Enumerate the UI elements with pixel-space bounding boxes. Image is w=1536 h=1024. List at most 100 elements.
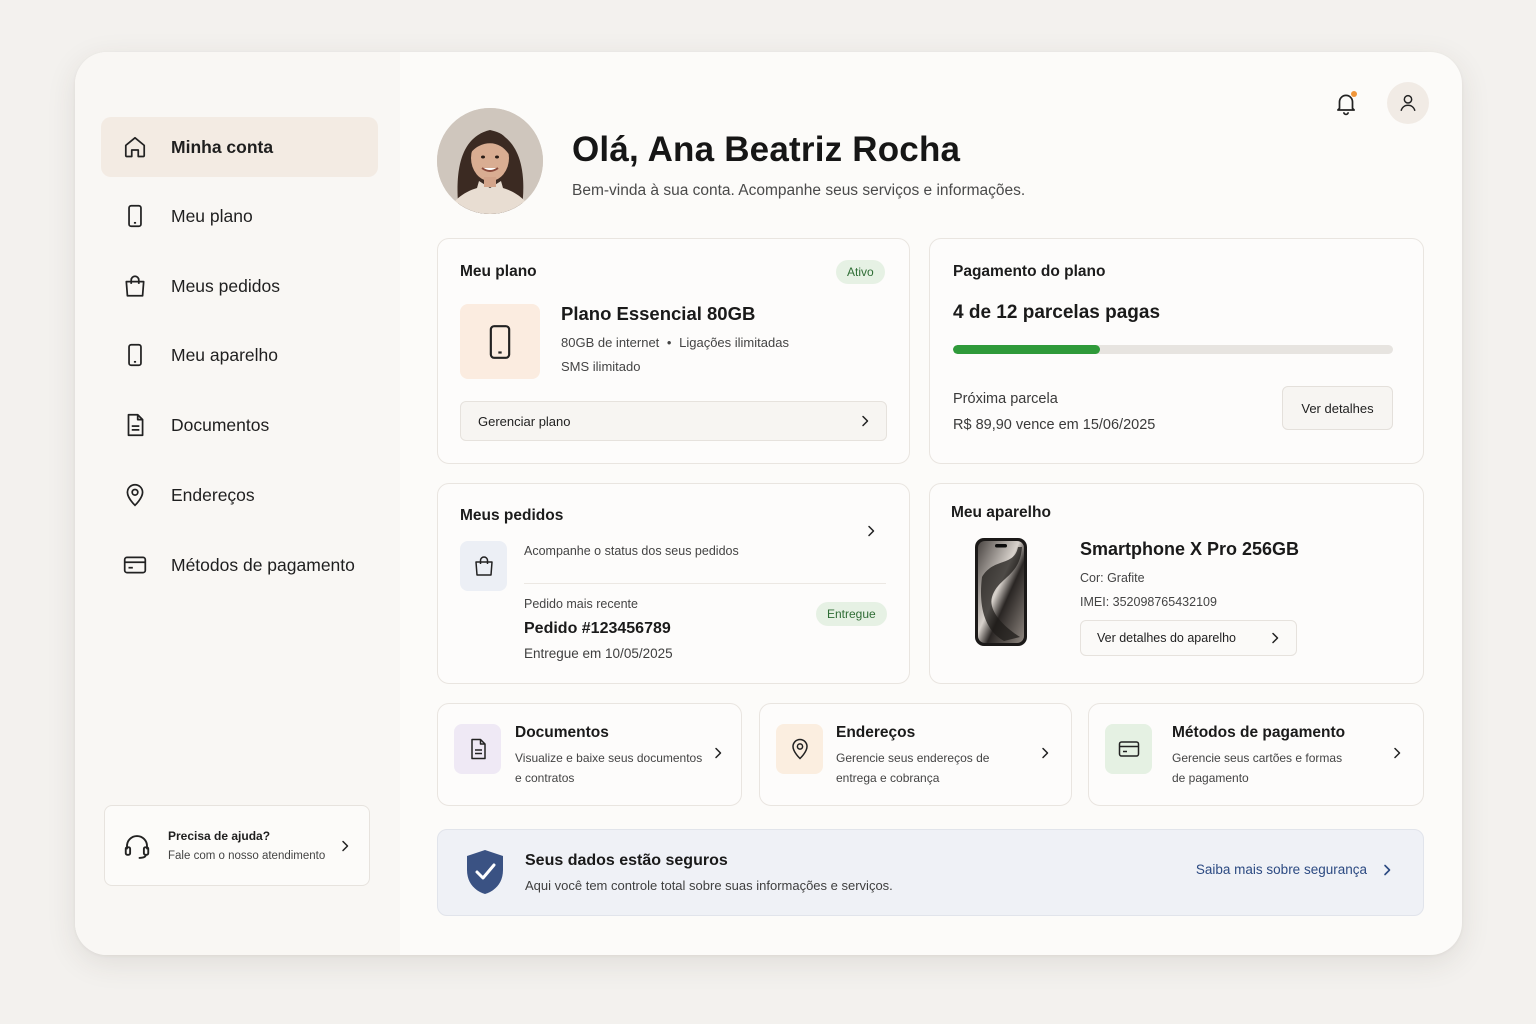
sidebar-item-label: Meu aparelho <box>171 344 279 365</box>
sidebar: Minha conta Meu plano Meus pedidos Meu a… <box>75 52 400 955</box>
notification-dot <box>1351 91 1357 97</box>
sidebar-item-label: Documentos <box>171 414 270 435</box>
payment-methods-icon-tile <box>1105 724 1152 774</box>
home-icon <box>121 133 149 161</box>
sidebar-item-label: Métodos de pagamento <box>171 554 355 575</box>
shield-check-icon <box>467 850 503 894</box>
avatar <box>437 108 543 214</box>
map-pin-icon <box>121 481 149 509</box>
headset-icon <box>124 834 150 859</box>
documents-card[interactable]: Documentos Visualize e baixe seus docume… <box>437 703 742 806</box>
sidebar-item-documentos[interactable]: Documentos <box>101 395 378 455</box>
orders-card[interactable]: Meus pedidos Acompanhe o status dos seus… <box>437 483 910 684</box>
order-delivered-date: Entregue em 10/05/2025 <box>524 646 673 661</box>
help-subtitle: Fale com o nosso atendimento <box>168 850 326 862</box>
installments-progress-fill <box>953 345 1100 354</box>
sidebar-item-label: Minha conta <box>171 136 274 157</box>
phone-icon <box>489 324 511 359</box>
next-installment-label: Próxima parcela <box>953 391 1058 407</box>
installments-summary: 4 de 12 parcelas pagas <box>953 302 1161 323</box>
page-title: Olá, Ana Beatriz Rocha <box>572 130 961 169</box>
quick-link-title: Endereços <box>836 724 916 741</box>
manage-plan-label: Gerenciar plano <box>478 413 571 429</box>
sidebar-item-meu-aparelho[interactable]: Meu aparelho <box>101 325 378 385</box>
device-color: Cor: Grafite <box>1080 571 1145 585</box>
app-window: Minha conta Meu plano Meus pedidos Meu a… <box>75 52 1462 955</box>
credit-card-icon <box>1118 741 1139 757</box>
chevron-right-icon <box>862 415 869 427</box>
security-learn-more-link[interactable]: Saiba mais sobre segurança <box>1196 862 1393 877</box>
quick-link-desc: Visualize e baixe seus documentos <box>515 751 703 765</box>
help-card[interactable]: Precisa de ajuda? Fale com o nosso atend… <box>104 805 370 886</box>
page-subtitle: Bem-vinda à sua conta. Acompanhe seus se… <box>572 182 1026 199</box>
next-installment-value: R$ 89,90 vence em 15/06/2025 <box>953 417 1156 433</box>
payment-card: Pagamento do plano 4 de 12 parcelas paga… <box>929 238 1424 464</box>
documents-icon-tile <box>454 724 501 774</box>
plan-feature-calls: Ligações ilimitadas <box>679 335 789 350</box>
top-actions <box>1333 82 1429 124</box>
plan-features: 80GB de internet • Ligações ilimitadas <box>561 335 789 350</box>
chevron-right-icon[interactable] <box>865 525 877 537</box>
device-image <box>974 537 1028 647</box>
help-title: Precisa de ajuda? <box>168 829 271 843</box>
addresses-icon-tile <box>776 724 823 774</box>
security-subtitle: Aqui você tem controle total sobre suas … <box>525 878 893 893</box>
orders-icon-tile <box>460 541 507 591</box>
chevron-right-icon <box>715 747 722 759</box>
order-status-badge: Entregue <box>816 602 887 626</box>
chevron-right-icon <box>1272 632 1279 644</box>
sidebar-item-label: Endereços <box>171 484 255 505</box>
chevron-right-icon <box>1394 747 1401 759</box>
plan-icon-tile <box>460 304 540 379</box>
device-imei: IMEI: 352098765432109 <box>1080 595 1217 609</box>
map-pin-icon <box>791 738 808 760</box>
recent-order-label: Pedido mais recente <box>524 597 638 611</box>
addresses-card[interactable]: Endereços Gerencie seus endereços de ent… <box>759 703 1072 806</box>
payment-details-button[interactable]: Ver detalhes <box>1282 386 1393 430</box>
sidebar-item-meus-pedidos[interactable]: Meus pedidos <box>101 256 378 316</box>
document-icon <box>470 738 486 760</box>
plan-card-title: Meu plano <box>460 263 537 280</box>
orders-card-title: Meus pedidos <box>460 507 564 524</box>
device-card-title: Meu aparelho <box>951 504 1051 521</box>
security-banner: Seus dados estão seguros Aqui você tem c… <box>437 829 1424 916</box>
credit-card-icon <box>121 551 149 579</box>
user-profile-button[interactable] <box>1387 82 1429 124</box>
phone-icon <box>121 202 149 230</box>
payment-methods-card[interactable]: Métodos de pagamento Gerencie seus cartõ… <box>1088 703 1424 806</box>
sidebar-item-enderecos[interactable]: Endereços <box>101 465 378 525</box>
sidebar-item-metodos-pagamento[interactable]: Métodos de pagamento <box>101 535 378 595</box>
sidebar-item-label: Meu plano <box>171 205 253 226</box>
quick-link-title: Documentos <box>515 724 609 741</box>
device-details-button[interactable]: Ver detalhes do aparelho <box>1080 620 1297 656</box>
notifications-button[interactable] <box>1333 90 1359 116</box>
sidebar-item-meu-plano[interactable]: Meu plano <box>101 186 378 246</box>
device-details-label: Ver detalhes do aparelho <box>1097 631 1236 645</box>
quick-link-desc: Gerencie seus endereços de <box>836 751 990 765</box>
sidebar-item-label: Meus pedidos <box>171 275 280 296</box>
quick-link-title: Métodos de pagamento <box>1172 724 1346 741</box>
shopping-bag-icon <box>121 272 149 300</box>
plan-name: Plano Essencial 80GB <box>561 303 756 324</box>
plan-card: Meu plano Ativo Plano Essencial 80GB 80G… <box>437 238 910 464</box>
user-icon <box>1400 94 1416 112</box>
phone-icon <box>121 341 149 369</box>
orders-description: Acompanhe o status dos seus pedidos <box>524 544 739 558</box>
chevron-right-icon <box>1384 864 1391 875</box>
device-card: Meu aparelho Smartphone X Pro 256GB Cor: <box>929 483 1424 684</box>
chevron-right-icon <box>342 840 349 851</box>
chevron-right-icon <box>1042 747 1049 759</box>
plan-feature-internet: 80GB de internet <box>561 335 660 350</box>
divider <box>524 583 886 584</box>
quick-link-desc: entrega e cobrança <box>836 771 940 785</box>
quick-link-desc: e contratos <box>515 771 575 785</box>
status-badge: Ativo <box>836 260 885 284</box>
quick-link-desc: Gerencie seus cartões e formas <box>1172 751 1343 765</box>
order-number: Pedido #123456789 <box>524 620 671 637</box>
payment-card-title: Pagamento do plano <box>953 263 1106 280</box>
manage-plan-button[interactable]: Gerenciar plano <box>460 401 887 441</box>
device-name: Smartphone X Pro 256GB <box>1080 539 1300 559</box>
plan-feature-sms: SMS ilimitado <box>561 359 641 374</box>
sidebar-item-minha-conta[interactable]: Minha conta <box>101 117 378 177</box>
security-title: Seus dados estão seguros <box>525 852 728 869</box>
